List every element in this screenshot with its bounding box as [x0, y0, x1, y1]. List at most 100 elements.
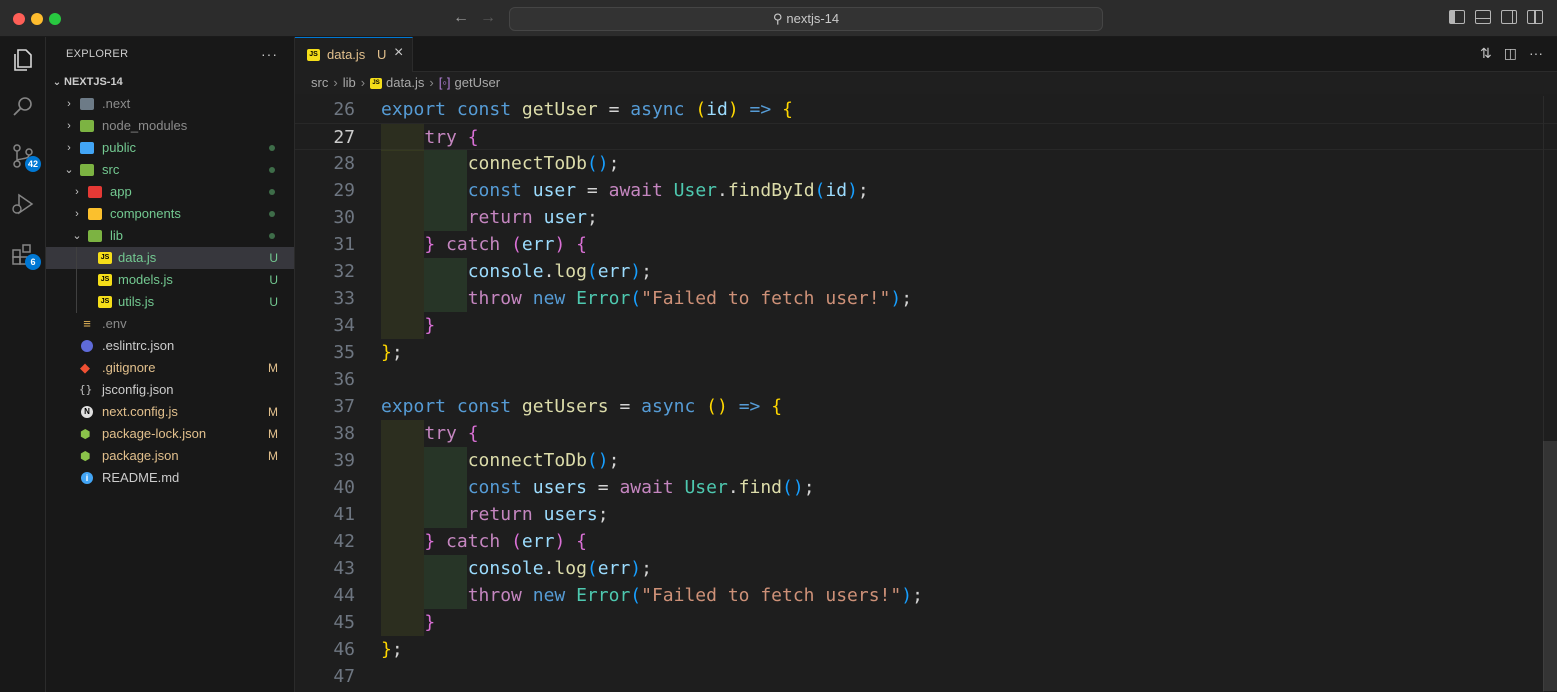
code-line[interactable]: 35}; — [295, 339, 1557, 366]
tree-folder-src[interactable]: ⌄ src — [46, 159, 294, 181]
go-back-icon[interactable]: ← — [453, 9, 469, 27]
code-line[interactable]: 44 throw new Error("Failed to fetch user… — [295, 582, 1557, 609]
code-token: } — [381, 342, 392, 363]
toggle-primary-sidebar-icon[interactable] — [1449, 10, 1465, 24]
code-line[interactable]: 28 connectToDb(); — [295, 150, 1557, 177]
go-forward-icon[interactable]: → — [480, 9, 496, 27]
code-token: users — [543, 504, 598, 525]
tree-item-label: app — [110, 184, 132, 199]
editor-area: JS data.js U × ⇅ ◫ ··· src › lib › JS data.js… — [295, 37, 1557, 692]
code-line[interactable]: 29 const user = await User.findById(id); — [295, 177, 1557, 204]
code-token: async — [641, 396, 696, 417]
close-tab-icon[interactable]: × — [394, 44, 403, 62]
tree-file-env[interactable]: ≡ .env — [46, 313, 294, 335]
tree-file-package-lock[interactable]: ⬢ package-lock.json M — [46, 423, 294, 445]
tab-data-js[interactable]: JS data.js U × — [295, 37, 413, 72]
code-token: ; — [912, 585, 923, 606]
explorer-sidebar: EXPLORER ··· ⌄ NEXTJS-14 › .next › node_m… — [46, 37, 295, 692]
code-token: console — [467, 558, 544, 579]
tree-file-data-js[interactable]: JS data.js U — [46, 247, 294, 269]
code-line[interactable]: 31 } catch (err) { — [295, 231, 1557, 258]
breadcrumb-item[interactable]: data.js — [386, 75, 424, 90]
breadcrumb-item[interactable]: getUser — [455, 75, 501, 90]
customize-layout-icon[interactable] — [1527, 10, 1543, 24]
tree-folder-app[interactable]: › app — [46, 181, 294, 203]
code-token: ; — [608, 450, 620, 471]
folder-icon — [80, 98, 94, 110]
extensions-icon[interactable]: 6 — [9, 240, 41, 270]
tree-folder-components[interactable]: › components — [46, 203, 294, 225]
workspace-section-header[interactable]: ⌄ NEXTJS-14 — [46, 71, 294, 93]
git-status-badge: U — [269, 251, 278, 265]
explorer-header: EXPLORER ··· — [46, 37, 294, 71]
code-token: throw — [467, 585, 522, 606]
breadcrumb-item[interactable]: src — [311, 75, 328, 90]
tree-file-gitignore[interactable]: ◆ .gitignore M — [46, 357, 294, 379]
code-line[interactable]: 30 return user; — [295, 204, 1557, 231]
tree-file-next-config[interactable]: N next.config.js M — [46, 401, 294, 423]
eslint-file-icon — [81, 340, 93, 352]
zoom-window-button[interactable] — [49, 13, 61, 25]
open-changes-icon[interactable]: ⇅ — [1480, 45, 1492, 62]
code-line[interactable]: 45 } — [295, 609, 1557, 636]
line-number: 26 — [333, 99, 355, 120]
search-icon[interactable] — [9, 93, 37, 121]
more-actions-icon[interactable]: ··· — [261, 37, 278, 71]
line-number: 45 — [333, 612, 355, 633]
code-token: const — [467, 180, 522, 201]
tree-file-eslintrc[interactable]: .eslintrc.json — [46, 335, 294, 357]
tree-folder-next[interactable]: › .next — [46, 93, 294, 115]
explorer-icon[interactable] — [9, 46, 37, 74]
code-token: { — [576, 234, 587, 255]
tree-folder-node-modules[interactable]: › node_modules — [46, 115, 294, 137]
code-editor[interactable]: 26 export const getUser = async (id) => {… — [295, 96, 1557, 692]
code-line[interactable]: 43 console.log(err); — [295, 555, 1557, 582]
code-token: } — [424, 234, 436, 255]
code-line[interactable]: 42 } catch (err) { — [295, 528, 1557, 555]
code-token: err — [521, 234, 555, 255]
tree-folder-public[interactable]: › public — [46, 137, 294, 159]
explorer-title: EXPLORER — [66, 48, 129, 60]
line-number: 30 — [333, 207, 355, 228]
code-token: => — [738, 396, 761, 417]
toggle-panel-icon[interactable] — [1475, 10, 1491, 24]
more-actions-icon[interactable]: ··· — [1529, 45, 1543, 62]
minimize-window-button[interactable] — [31, 13, 43, 25]
code-line[interactable]: 26 export const getUser = async (id) => { — [295, 96, 1557, 123]
code-line[interactable]: 41 return users; — [295, 501, 1557, 528]
code-line[interactable]: 40 const users = await User.find(); — [295, 474, 1557, 501]
close-window-button[interactable] — [13, 13, 25, 25]
toggle-secondary-sidebar-icon[interactable] — [1501, 10, 1517, 24]
command-center-search[interactable]: ⚲ nextjs-14 — [509, 7, 1103, 31]
code-line[interactable]: 34 } — [295, 312, 1557, 339]
tree-file-utils-js[interactable]: JS utils.js U — [46, 291, 294, 313]
code-line[interactable]: 36 — [295, 366, 1557, 393]
source-control-icon[interactable]: 42 — [9, 142, 41, 172]
code-text: return users; — [381, 501, 609, 528]
tree-file-jsconfig[interactable]: {} jsconfig.json — [46, 379, 294, 401]
split-editor-icon[interactable]: ◫ — [1504, 45, 1517, 62]
tree-folder-lib[interactable]: ⌄ lib — [46, 225, 294, 247]
tree-file-readme[interactable]: i README.md — [46, 467, 294, 489]
vertical-scrollbar[interactable] — [1543, 441, 1557, 691]
tree-file-package-json[interactable]: ⬢ package.json M — [46, 445, 294, 467]
tree-file-models-js[interactable]: JS models.js U — [46, 269, 294, 291]
code-line[interactable]: 39 connectToDb(); — [295, 447, 1557, 474]
breadcrumb-item[interactable]: lib — [343, 75, 356, 90]
run-and-debug-icon[interactable] — [9, 190, 37, 218]
code-line[interactable]: 27 try { — [295, 123, 1557, 151]
tree-item-label: .eslintrc.json — [102, 338, 175, 353]
code-line[interactable]: 32 console.log(err); — [295, 258, 1557, 285]
code-token: ) — [630, 558, 642, 579]
code-line[interactable]: 47 — [295, 663, 1557, 690]
code-line[interactable]: 33 throw new Error("Failed to fetch user… — [295, 285, 1557, 312]
code-line[interactable]: 37 export const getUsers = async () => { — [295, 393, 1557, 420]
code-line[interactable]: 46}; — [295, 636, 1557, 663]
code-line[interactable]: 38 try { — [295, 420, 1557, 447]
